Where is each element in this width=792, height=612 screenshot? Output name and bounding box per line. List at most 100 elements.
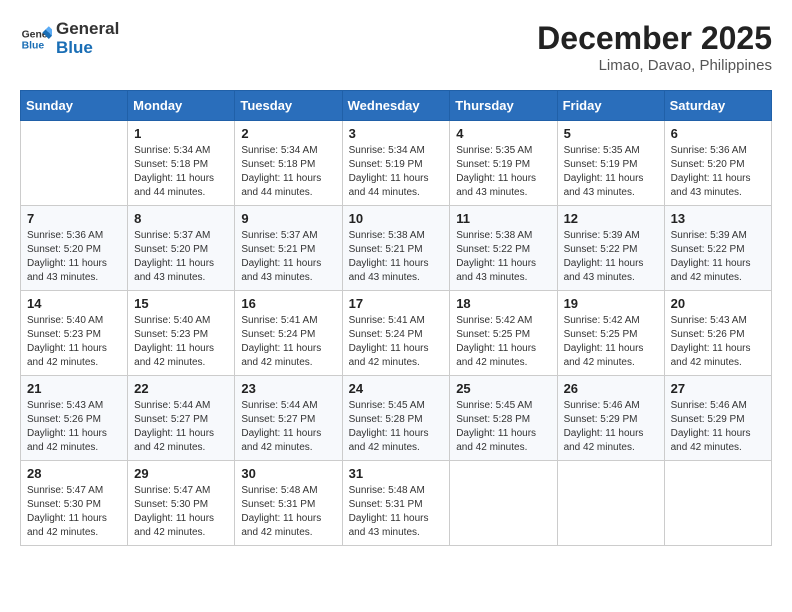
month-title: December 2025 [537,20,772,57]
calendar-table: SundayMondayTuesdayWednesdayThursdayFrid… [20,90,772,546]
logo-icon: General Blue [20,23,52,55]
day-number: 7 [27,211,121,226]
day-of-week-header: Tuesday [235,91,342,121]
day-info: Sunrise: 5:37 AM Sunset: 5:21 PM Dayligh… [241,229,335,285]
calendar-cell: 26 Sunrise: 5:46 AM Sunset: 5:29 PM Dayli… [557,376,664,461]
logo: General Blue General Blue [20,20,119,57]
day-info: Sunrise: 5:47 AM Sunset: 5:30 PM Dayligh… [27,484,121,540]
calendar-cell: 3 Sunrise: 5:34 AM Sunset: 5:19 PM Daylig… [342,121,450,206]
day-info: Sunrise: 5:39 AM Sunset: 5:22 PM Dayligh… [564,229,658,285]
day-info: Sunrise: 5:41 AM Sunset: 5:24 PM Dayligh… [349,314,444,370]
day-of-week-header: Friday [557,91,664,121]
day-info: Sunrise: 5:43 AM Sunset: 5:26 PM Dayligh… [671,314,765,370]
day-number: 24 [349,381,444,396]
day-info: Sunrise: 5:44 AM Sunset: 5:27 PM Dayligh… [241,399,335,455]
day-info: Sunrise: 5:34 AM Sunset: 5:19 PM Dayligh… [349,144,444,200]
title-block: December 2025 Limao, Davao, Philippines [537,20,772,74]
calendar-cell: 13Sunrise: 5:39 AM Sunset: 5:22 PM Dayli… [664,206,771,291]
calendar-cell: 16 Sunrise: 5:41 AM Sunset: 5:24 PM Dayli… [235,291,342,376]
calendar-cell: 6 Sunrise: 5:36 AM Sunset: 5:20 PM Daylig… [664,121,771,206]
day-number: 10 [349,211,444,226]
day-info: Sunrise: 5:36 AM Sunset: 5:20 PM Dayligh… [27,229,121,285]
calendar-week-row: 21 Sunrise: 5:43 AM Sunset: 5:26 PM Dayli… [21,376,772,461]
day-number: 2 [241,126,335,141]
calendar-cell: 27Sunrise: 5:46 AM Sunset: 5:29 PM Dayli… [664,376,771,461]
calendar-cell: 14Sunrise: 5:40 AM Sunset: 5:23 PM Dayli… [21,291,128,376]
calendar-cell: 29 Sunrise: 5:47 AM Sunset: 5:30 PM Dayli… [128,461,235,546]
location: Limao, Davao, Philippines [537,57,772,74]
day-number: 3 [349,126,444,141]
day-info: Sunrise: 5:34 AM Sunset: 5:18 PM Dayligh… [241,144,335,200]
day-number: 17 [349,296,444,311]
calendar-cell: 15 Sunrise: 5:40 AM Sunset: 5:23 PM Dayli… [128,291,235,376]
day-info: Sunrise: 5:40 AM Sunset: 5:23 PM Dayligh… [134,314,228,370]
calendar-cell [450,461,557,546]
day-number: 9 [241,211,335,226]
day-info: Sunrise: 5:41 AM Sunset: 5:24 PM Dayligh… [241,314,335,370]
day-info: Sunrise: 5:36 AM Sunset: 5:20 PM Dayligh… [671,144,765,200]
calendar-cell: 31Sunrise: 5:48 AM Sunset: 5:31 PM Dayli… [342,461,450,546]
day-info: Sunrise: 5:35 AM Sunset: 5:19 PM Dayligh… [456,144,550,200]
calendar-cell [557,461,664,546]
day-number: 25 [456,381,550,396]
calendar-cell: 18 Sunrise: 5:42 AM Sunset: 5:25 PM Dayli… [450,291,557,376]
calendar-cell: 28 Sunrise: 5:47 AM Sunset: 5:30 PM Dayli… [21,461,128,546]
day-info: Sunrise: 5:45 AM Sunset: 5:28 PM Dayligh… [349,399,444,455]
logo-general-text: General [56,20,119,39]
day-info: Sunrise: 5:34 AM Sunset: 5:18 PM Dayligh… [134,144,228,200]
day-number: 12 [564,211,658,226]
calendar-cell: 24 Sunrise: 5:45 AM Sunset: 5:28 PM Dayli… [342,376,450,461]
calendar-cell: 17 Sunrise: 5:41 AM Sunset: 5:24 PM Dayli… [342,291,450,376]
day-number: 26 [564,381,658,396]
day-number: 11 [456,211,550,226]
day-number: 27 [671,381,765,396]
calendar-cell: 2 Sunrise: 5:34 AM Sunset: 5:18 PM Daylig… [235,121,342,206]
day-number: 15 [134,296,228,311]
svg-text:Blue: Blue [22,40,45,51]
calendar-cell [21,121,128,206]
day-info: Sunrise: 5:35 AM Sunset: 5:19 PM Dayligh… [564,144,658,200]
day-number: 29 [134,466,228,481]
day-info: Sunrise: 5:38 AM Sunset: 5:22 PM Dayligh… [456,229,550,285]
day-of-week-header: Saturday [664,91,771,121]
calendar-cell: 10 Sunrise: 5:38 AM Sunset: 5:21 PM Dayli… [342,206,450,291]
calendar-cell: 1 Sunrise: 5:34 AM Sunset: 5:18 PM Daylig… [128,121,235,206]
calendar-week-row: 7 Sunrise: 5:36 AM Sunset: 5:20 PM Daylig… [21,206,772,291]
day-number: 21 [27,381,121,396]
day-number: 4 [456,126,550,141]
day-number: 13 [671,211,765,226]
day-number: 18 [456,296,550,311]
page-header: General Blue General Blue December 2025 … [20,20,772,74]
day-number: 28 [27,466,121,481]
day-number: 5 [564,126,658,141]
day-number: 30 [241,466,335,481]
day-info: Sunrise: 5:42 AM Sunset: 5:25 PM Dayligh… [456,314,550,370]
calendar-cell: 11 Sunrise: 5:38 AM Sunset: 5:22 PM Dayli… [450,206,557,291]
calendar-header-row: SundayMondayTuesdayWednesdayThursdayFrid… [21,91,772,121]
day-number: 6 [671,126,765,141]
day-info: Sunrise: 5:37 AM Sunset: 5:20 PM Dayligh… [134,229,228,285]
day-info: Sunrise: 5:44 AM Sunset: 5:27 PM Dayligh… [134,399,228,455]
calendar-cell: 9 Sunrise: 5:37 AM Sunset: 5:21 PM Daylig… [235,206,342,291]
day-of-week-header: Monday [128,91,235,121]
day-info: Sunrise: 5:43 AM Sunset: 5:26 PM Dayligh… [27,399,121,455]
calendar-cell: 4 Sunrise: 5:35 AM Sunset: 5:19 PM Daylig… [450,121,557,206]
calendar-cell: 25Sunrise: 5:45 AM Sunset: 5:28 PM Dayli… [450,376,557,461]
logo-blue-text: Blue [56,39,119,58]
calendar-cell: 12 Sunrise: 5:39 AM Sunset: 5:22 PM Dayli… [557,206,664,291]
calendar-cell: 22 Sunrise: 5:44 AM Sunset: 5:27 PM Dayli… [128,376,235,461]
day-number: 8 [134,211,228,226]
day-number: 1 [134,126,228,141]
day-of-week-header: Sunday [21,91,128,121]
day-info: Sunrise: 5:47 AM Sunset: 5:30 PM Dayligh… [134,484,228,540]
calendar-cell: 19Sunrise: 5:42 AM Sunset: 5:25 PM Dayli… [557,291,664,376]
day-info: Sunrise: 5:46 AM Sunset: 5:29 PM Dayligh… [564,399,658,455]
day-number: 16 [241,296,335,311]
day-number: 22 [134,381,228,396]
day-info: Sunrise: 5:40 AM Sunset: 5:23 PM Dayligh… [27,314,121,370]
calendar-cell: 20Sunrise: 5:43 AM Sunset: 5:26 PM Dayli… [664,291,771,376]
day-info: Sunrise: 5:38 AM Sunset: 5:21 PM Dayligh… [349,229,444,285]
day-number: 23 [241,381,335,396]
calendar-cell: 30Sunrise: 5:48 AM Sunset: 5:31 PM Dayli… [235,461,342,546]
calendar-week-row: 1 Sunrise: 5:34 AM Sunset: 5:18 PM Daylig… [21,121,772,206]
